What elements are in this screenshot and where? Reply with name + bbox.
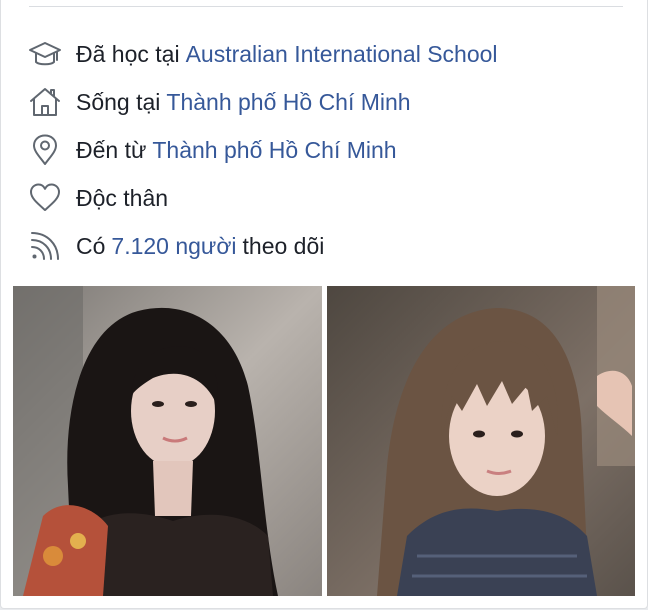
- location-pin-icon: [28, 133, 62, 167]
- home-icon: [28, 85, 62, 119]
- from-prefix: Đến từ: [76, 136, 147, 163]
- followers-count-link[interactable]: 7.120 người: [111, 233, 236, 260]
- education-prefix: Đã học tại: [76, 40, 180, 67]
- section-divider: [29, 6, 623, 7]
- followers-prefix: Có: [76, 232, 106, 259]
- rss-feed-icon: [28, 229, 62, 263]
- intro-relationship-row: Độc thân: [28, 174, 647, 222]
- featured-photo-2[interactable]: [327, 286, 635, 596]
- featured-photo-1[interactable]: [13, 286, 322, 596]
- intro-education-row: Đã học tại Australian International Schoo…: [28, 30, 647, 78]
- heart-icon: [28, 181, 62, 215]
- lives-in-city-link[interactable]: Thành phố Hồ Chí Minh: [166, 89, 410, 116]
- from-city-link[interactable]: Thành phố Hồ Chí Minh: [152, 137, 396, 164]
- intro-from-row: Đến từ Thành phố Hồ Chí Minh: [28, 126, 647, 174]
- intro-followers-row: Có 7.120 người theo dõi: [28, 222, 647, 270]
- intro-lives-in-row: Sống tại Thành phố Hồ Chí Minh: [28, 78, 647, 126]
- followers-suffix: theo dõi: [242, 232, 325, 259]
- intro-list: Đã học tại Australian International Schoo…: [28, 30, 647, 270]
- relationship-status: Độc thân: [76, 184, 169, 211]
- intro-card: Đã học tại Australian International Schoo…: [0, 0, 648, 609]
- lives-in-prefix: Sống tại: [76, 88, 161, 115]
- education-school-link[interactable]: Australian International School: [186, 41, 498, 68]
- featured-photos: [13, 286, 635, 596]
- graduation-cap-icon: [28, 37, 62, 71]
